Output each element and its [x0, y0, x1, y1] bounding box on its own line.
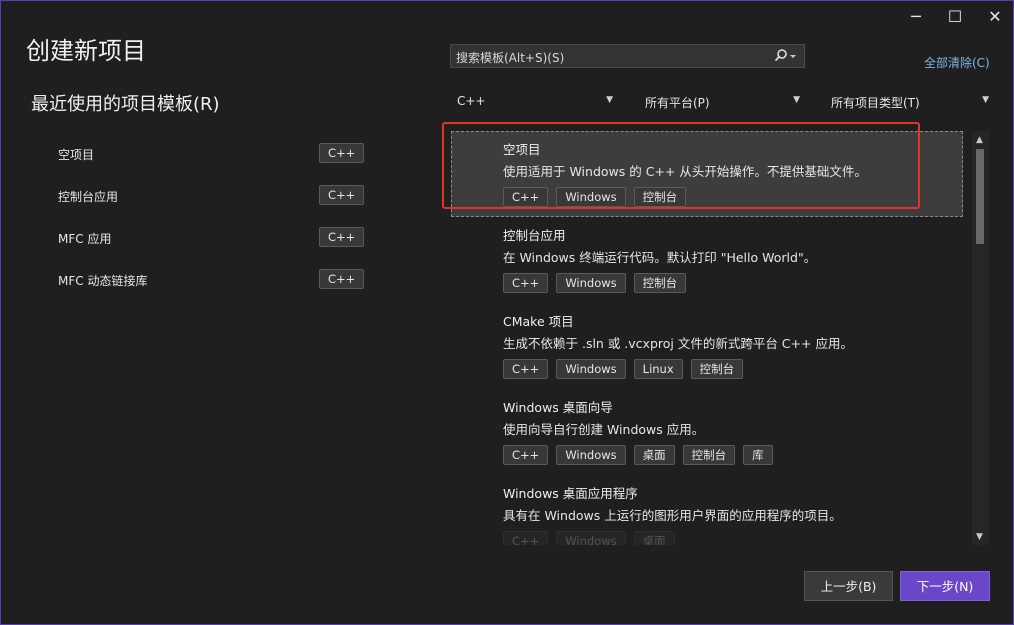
- page-title: 创建新项目: [26, 37, 146, 65]
- chevron-down-icon: ▼: [793, 95, 800, 105]
- template-description: 使用适用于 Windows 的 C++ 从头开始操作。不提供基础文件。: [503, 164, 867, 179]
- template-name: Windows 桌面向导: [503, 400, 613, 415]
- recent-templates-heading: 最近使用的项目模板(R): [31, 94, 220, 115]
- recent-item-mfc-dll[interactable]: MFC 动态链接库 C++: [58, 269, 365, 311]
- template-item-windows-desktop-app[interactable]: Windows 桌面应用程序 具有在 Windows 上运行的图形用户界面的应用…: [451, 475, 963, 545]
- language-tag: C++: [319, 269, 365, 289]
- clear-all-link[interactable]: 全部清除(C): [924, 54, 990, 71]
- language-tag: C++: [319, 185, 365, 205]
- template-tags: C++ Windows 桌面 控制台 库: [503, 445, 773, 465]
- tag: Windows: [556, 359, 626, 379]
- language-filter-dropdown[interactable]: C++ ▼: [457, 93, 613, 113]
- maximize-icon[interactable]: ☐: [940, 7, 970, 27]
- language-tag: C++: [319, 143, 365, 163]
- template-item-windows-desktop-wizard[interactable]: Windows 桌面向导 使用向导自行创建 Windows 应用。 C++ Wi…: [451, 389, 963, 475]
- recent-templates-list: 空项目 C++ 控制台应用 C++ MFC 应用 C++ MFC 动态链接库 C…: [58, 143, 365, 311]
- recent-item-label: MFC 动态链接库: [58, 274, 148, 288]
- chevron-down-icon: ▼: [982, 95, 989, 105]
- project-type-filter-dropdown[interactable]: 所有项目类型(T) ▼: [831, 93, 989, 113]
- search-icon[interactable]: [772, 46, 800, 66]
- template-name: 控制台应用: [503, 228, 566, 243]
- tag: 控制台: [633, 187, 687, 207]
- tag: Linux: [633, 359, 683, 379]
- recent-item-mfc-app[interactable]: MFC 应用 C++: [58, 227, 365, 269]
- template-description: 具有在 Windows 上运行的图形用户界面的应用程序的项目。: [503, 508, 842, 523]
- language-tag: C++: [319, 227, 365, 247]
- template-item-empty-project[interactable]: 空项目 使用适用于 Windows 的 C++ 从头开始操作。不提供基础文件。 …: [451, 131, 963, 217]
- dialog-window: ─ ☐ ✕ 创建新项目 最近使用的项目模板(R) 空项目 C++ 控制台应用 C…: [0, 0, 1014, 625]
- tag: Windows: [556, 273, 626, 293]
- tag: 控制台: [682, 445, 736, 465]
- tag: 控制台: [633, 273, 687, 293]
- tag: 库: [743, 445, 773, 465]
- minimize-icon[interactable]: ─: [901, 7, 931, 27]
- recent-item-empty-project[interactable]: 空项目 C++: [58, 143, 365, 185]
- template-description: 生成不依赖于 .sln 或 .vcxproj 文件的新式跨平台 C++ 应用。: [503, 336, 853, 351]
- template-item-cmake-project[interactable]: CMake 项目 生成不依赖于 .sln 或 .vcxproj 文件的新式跨平台…: [451, 303, 963, 389]
- chevron-down-icon: ▼: [606, 95, 613, 105]
- template-tags: C++ Windows 控制台: [503, 187, 687, 207]
- template-name: CMake 项目: [503, 314, 574, 329]
- platform-filter-dropdown[interactable]: 所有平台(P) ▼: [645, 93, 800, 113]
- template-tags: C++ Windows Linux 控制台: [503, 359, 744, 379]
- search-placeholder: 搜索模板(Alt+S)(S): [456, 51, 565, 65]
- template-description: 在 Windows 终端运行代码。默认打印 "Hello World"。: [503, 250, 817, 265]
- project-type-filter-value: 所有项目类型(T): [831, 96, 920, 110]
- recent-item-console-app[interactable]: 控制台应用 C++: [58, 185, 365, 227]
- scroll-down-icon[interactable]: ▼: [976, 532, 983, 542]
- template-name: 空项目: [503, 142, 541, 157]
- back-button[interactable]: 上一步(B): [804, 571, 893, 601]
- tag: C++: [503, 187, 549, 207]
- template-list: 空项目 使用适用于 Windows 的 C++ 从头开始操作。不提供基础文件。 …: [451, 131, 963, 545]
- search-input[interactable]: 搜索模板(Alt+S)(S): [450, 44, 805, 68]
- tag: Windows: [556, 187, 626, 207]
- template-name: Windows 桌面应用程序: [503, 486, 638, 501]
- tag: 控制台: [690, 359, 744, 379]
- recent-item-label: 控制台应用: [58, 190, 119, 204]
- tag: 桌面: [633, 445, 675, 465]
- recent-item-label: MFC 应用: [58, 232, 112, 246]
- platform-filter-value: 所有平台(P): [645, 96, 710, 110]
- template-item-console-app[interactable]: 控制台应用 在 Windows 终端运行代码。默认打印 "Hello World…: [451, 217, 963, 303]
- tag: C++: [503, 445, 549, 465]
- recent-item-label: 空项目: [58, 148, 95, 162]
- template-list-scrollbar[interactable]: ▲ ▼: [972, 131, 989, 545]
- tag: Windows: [556, 445, 626, 465]
- next-button[interactable]: 下一步(N): [900, 571, 990, 601]
- template-tags: C++ Windows 控制台: [503, 273, 687, 293]
- scroll-up-icon[interactable]: ▲: [976, 135, 983, 145]
- scroll-thumb[interactable]: [976, 149, 984, 244]
- tag: Windows: [556, 531, 626, 545]
- template-description: 使用向导自行创建 Windows 应用。: [503, 422, 705, 437]
- tag: 桌面: [633, 531, 675, 545]
- close-icon[interactable]: ✕: [980, 7, 1010, 27]
- tag: C++: [503, 273, 549, 293]
- tag: C++: [503, 531, 549, 545]
- tag: C++: [503, 359, 549, 379]
- language-filter-value: C++: [457, 94, 486, 108]
- template-tags: C++ Windows 桌面: [503, 531, 675, 545]
